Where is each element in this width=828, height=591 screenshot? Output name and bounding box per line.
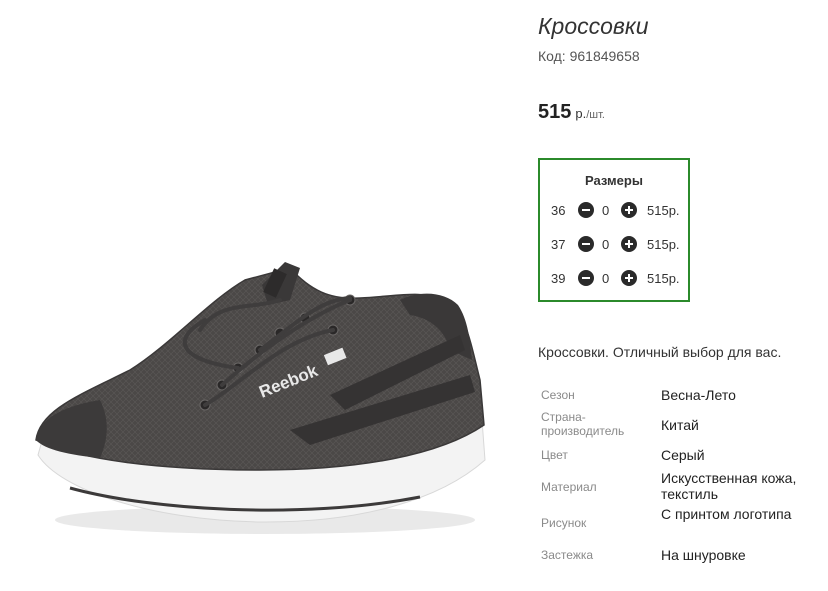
size-number: 39 (551, 271, 566, 286)
quantity-value: 0 (602, 237, 610, 252)
property-value: Весна-Лето (661, 387, 736, 403)
product-image[interactable]: Reebok (0, 0, 520, 591)
property-name: Страна-производитель (541, 410, 625, 438)
decrease-quantity-button[interactable] (578, 202, 594, 218)
price-currency: р. (575, 106, 587, 121)
size-price: 515р. (647, 237, 680, 252)
size-number: 36 (551, 203, 566, 218)
product-title: Кроссовки (538, 13, 649, 39)
property-name: Застежка (541, 548, 594, 562)
decrease-quantity-button[interactable] (578, 270, 594, 286)
sizes-panel: Размеры 36 0 515р. 37 0 515р. 39 0 515р. (538, 158, 690, 302)
size-price: 515р. (647, 203, 680, 218)
size-price: 515р. (647, 271, 680, 286)
quantity-value: 0 (602, 271, 610, 286)
price-value: 515 (538, 101, 572, 123)
size-number: 37 (551, 237, 566, 252)
property-value: На шнуровке (661, 547, 746, 563)
size-row-36: 36 0 515р. (540, 200, 688, 222)
property-name: Рисунок (541, 516, 587, 530)
property-value: Серый (661, 447, 705, 463)
product-description: Кроссовки. Отличный выбор для вас. (538, 344, 782, 360)
property-value: С принтом логотипа (661, 506, 792, 522)
size-row-37: 37 0 515р. (540, 234, 688, 256)
product-price: 515 р./шт. (538, 101, 605, 124)
increase-quantity-button[interactable] (621, 270, 637, 286)
property-value: Китай (661, 417, 699, 433)
property-name: Материал (541, 480, 597, 494)
increase-quantity-button[interactable] (621, 202, 637, 218)
property-name: Цвет (541, 448, 568, 462)
sneaker-image: Reebok (35, 262, 486, 534)
minus-icon (582, 277, 590, 279)
decrease-quantity-button[interactable] (578, 236, 594, 252)
minus-icon (582, 209, 590, 211)
size-row-39: 39 0 515р. (540, 268, 688, 290)
product-code: Код: 961849658 (538, 48, 640, 64)
sizes-title: Размеры (585, 173, 643, 188)
price-unit: /шт. (586, 109, 605, 121)
increase-quantity-button[interactable] (621, 236, 637, 252)
minus-icon (582, 243, 590, 245)
property-value: Искусственная кожа, текстиль (661, 470, 797, 502)
property-name: Сезон (541, 388, 575, 402)
quantity-value: 0 (602, 203, 610, 218)
